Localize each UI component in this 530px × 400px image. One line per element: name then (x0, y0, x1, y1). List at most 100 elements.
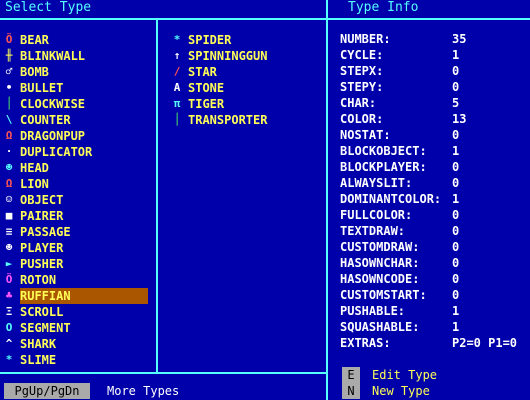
prop-key: NOSTAT: (340, 128, 391, 142)
prop-key: CYCLE: (340, 48, 384, 62)
edit-type-key[interactable]: E (342, 367, 360, 383)
type-item-label: PLAYER (20, 241, 64, 255)
bear-icon: Ö (5, 33, 13, 46)
footer-divider (0, 372, 326, 374)
player-icon: ☻ (5, 241, 13, 254)
prop-value: 0 (452, 128, 460, 142)
prop-key: SQUASHABLE: (340, 320, 420, 334)
type-item-label: COUNTER (20, 113, 71, 127)
prop-value: 0 (452, 240, 460, 254)
prop-key: EXTRAS: (340, 336, 391, 350)
prop-value: 1 (452, 192, 460, 206)
new-type-key[interactable]: N (342, 383, 360, 399)
prop-value: 0 (452, 256, 460, 270)
type-item-label: ROTON (20, 273, 57, 287)
prop-key: COLOR: (340, 112, 384, 126)
prop-key: NUMBER: (340, 32, 391, 46)
head-icon: ☻ (5, 161, 13, 174)
type-item-label: BOMB (20, 65, 49, 79)
dragonpup-icon: Ω (5, 129, 13, 142)
type-item-label: HEAD (20, 161, 49, 175)
prop-key: HASOWNCHAR: (340, 256, 420, 270)
spider-icon: * (173, 33, 181, 46)
prop-key: DOMINANTCOLOR: (340, 192, 442, 206)
type-item-label: PAIRER (20, 209, 64, 223)
type-item-label: RUFFIAN (20, 288, 148, 304)
counter-icon: \ (5, 113, 13, 126)
shark-icon: ^ (5, 337, 13, 350)
prop-value: 0 (452, 224, 460, 238)
prop-value: 0 (452, 160, 460, 174)
prop-value: 1 (452, 320, 460, 334)
prop-value: 0 (452, 208, 460, 222)
prop-value: 0 (452, 64, 460, 78)
pusher-icon: ► (5, 257, 13, 270)
prop-key: CUSTOMSTART: (340, 288, 427, 302)
prop-value: 0 (452, 272, 460, 286)
prop-value: 0 (452, 80, 460, 94)
type-item-label: CLOCKWISE (20, 97, 86, 111)
scroll-icon: Ξ (5, 305, 13, 318)
type-item-label: STAR (188, 65, 217, 79)
type-item-label: SCROLL (20, 305, 64, 319)
type-item-label: STONE (188, 81, 225, 95)
type-item-label: BEAR (20, 33, 49, 47)
prop-key: PUSHABLE: (340, 304, 406, 318)
type-item-label: DUPLICATOR (20, 145, 93, 159)
edit-type-label[interactable]: Edit Type (372, 367, 437, 383)
type-item-label: SHARK (20, 337, 57, 351)
pairer-icon: ■ (5, 209, 13, 222)
prop-key: CHAR: (340, 96, 377, 110)
select-type-title: Select Type (5, 0, 92, 15)
new-type-label[interactable]: New Type (372, 383, 430, 399)
prop-key: TEXTDRAW: (340, 224, 406, 238)
type-item-label: SPINNINGGUN (188, 49, 268, 63)
slime-icon: * (5, 353, 13, 366)
segment-icon: O (5, 321, 13, 334)
blinkwall-icon: ╫ (5, 49, 13, 62)
spinninggun-icon: ↑ (173, 49, 181, 62)
prop-key: STEPX: (340, 64, 384, 78)
prop-key: BLOCKPLAYER: (340, 160, 427, 174)
pgup-pgdn-key[interactable]: PgUp/PgDn (4, 383, 90, 399)
prop-value: P2=0 P1=0 (452, 336, 518, 350)
clockwise-icon: │ (5, 97, 13, 110)
type-item-label: BLINKWALL (20, 49, 86, 63)
prop-key: BLOCKOBJECT: (340, 144, 427, 158)
type-item-label: BULLET (20, 81, 64, 95)
prop-key: STEPY: (340, 80, 384, 94)
prop-value: 1 (452, 144, 460, 158)
pane-divider (326, 0, 328, 400)
type-item-label: SPIDER (188, 33, 232, 47)
type-item-label: PASSAGE (20, 225, 71, 239)
header-divider (0, 18, 530, 20)
type-item-label: LION (20, 177, 49, 191)
type-item-label: TIGER (188, 97, 225, 111)
passage-icon: ≡ (5, 225, 13, 238)
type-item-label: SEGMENT (20, 321, 71, 335)
lion-icon: Ω (5, 177, 13, 190)
prop-key: CUSTOMDRAW: (340, 240, 420, 254)
prop-value: 35 (452, 32, 467, 46)
bomb-icon: ♂ (5, 65, 13, 78)
type-item-label: PUSHER (20, 257, 64, 271)
prop-key: ALWAYSLIT: (340, 176, 413, 190)
ruffian-icon: ♣ (5, 289, 13, 302)
bullet-icon: • (5, 81, 13, 94)
prop-value: 0 (452, 176, 460, 190)
type-item-label: DRAGONPUP (20, 129, 86, 143)
roton-icon: Ö (5, 273, 13, 286)
type-item-label: OBJECT (20, 193, 64, 207)
prop-key: FULLCOLOR: (340, 208, 413, 222)
type-info-title: Type Info (348, 0, 419, 15)
tiger-icon: π (173, 97, 181, 110)
prop-value: 5 (452, 96, 460, 110)
star-icon: / (173, 65, 181, 78)
prop-value: 0 (452, 288, 460, 302)
prop-value: 1 (452, 48, 460, 62)
prop-key: HASOWNCODE: (340, 272, 420, 286)
more-types-label: More Types (107, 384, 180, 398)
prop-value: 1 (452, 304, 460, 318)
type-item-label: SLIME (20, 353, 57, 367)
object-icon: ☺ (5, 193, 13, 206)
